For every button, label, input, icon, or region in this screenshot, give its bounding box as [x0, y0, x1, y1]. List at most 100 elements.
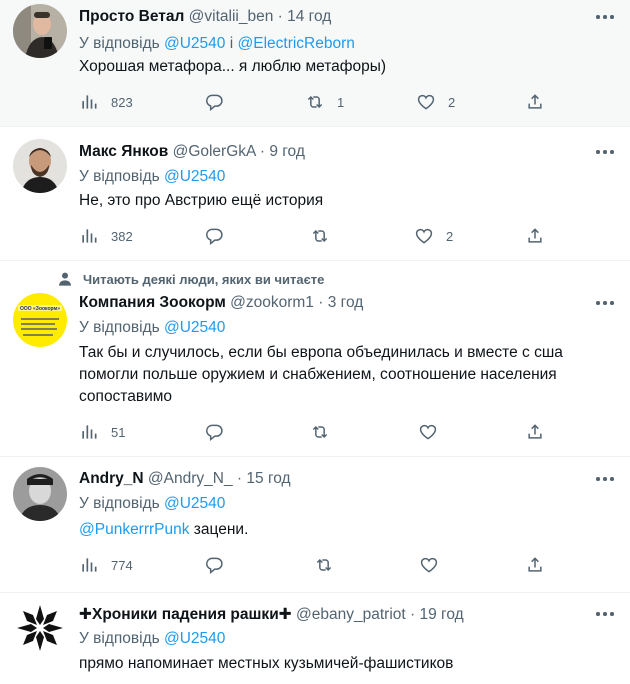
retweet-count: 1 [337, 94, 345, 110]
separator-dot: · [410, 606, 416, 623]
action-bar: 774 [79, 554, 559, 576]
more-icon[interactable] [596, 611, 616, 617]
like-icon [420, 557, 438, 573]
tweet[interactable]: Макс Янков @GolerGkA · 9 год У відповідь… [0, 127, 630, 261]
views-count: 823 [111, 94, 133, 110]
author-handle[interactable]: @vitalii_ben [189, 8, 274, 25]
reply-button[interactable] [204, 554, 224, 576]
more-icon[interactable] [596, 476, 616, 482]
reply-prefix: У відповідь [79, 495, 160, 512]
views-count: 51 [111, 424, 126, 440]
avatar-logo-text: ООО «Зоокорм» [20, 306, 60, 312]
like-count: 2 [446, 228, 454, 244]
like-button[interactable]: 2 [414, 225, 453, 247]
timestamp[interactable]: 14 год [287, 8, 331, 25]
action-bar: 382 2 [79, 225, 559, 247]
tweet-header: Макс Янков @GolerGkA · 9 год [79, 143, 305, 161]
reply-mention-link[interactable]: @U2540 [164, 319, 225, 336]
tweet-text: Хорошая метафора... я люблю метафоры) [79, 58, 387, 75]
more-icon[interactable] [596, 14, 616, 20]
share-icon [528, 228, 542, 243]
share-button[interactable] [525, 91, 545, 113]
mention-link[interactable]: @PunkerrrPunk [79, 521, 190, 538]
author-name[interactable]: Компания Зоокорм [79, 294, 226, 311]
timestamp[interactable]: 9 год [269, 143, 305, 160]
author-name[interactable]: Просто Ветал [79, 8, 184, 25]
reply-icon [206, 94, 223, 112]
views-count: 774 [111, 557, 133, 573]
author-name[interactable]: Макс Янков [79, 143, 168, 160]
views-button[interactable]: 823 [79, 91, 133, 113]
tweet-text: @PunkerrrPunk зацени. [79, 518, 614, 541]
timestamp[interactable]: 15 год [246, 470, 290, 487]
reply-joiner: і [229, 35, 234, 52]
retweet-button[interactable] [310, 421, 330, 443]
reply-mention-link[interactable]: @U2540 [164, 168, 225, 185]
tweet[interactable]: Просто Ветал @vitalii_ben · 14 год У від… [0, 0, 630, 127]
views-button[interactable]: 774 [79, 554, 133, 576]
avatar[interactable] [13, 4, 67, 58]
retweet-button[interactable] [310, 225, 330, 247]
like-icon [415, 228, 433, 244]
reply-mention-link[interactable]: @U2540 [164, 630, 225, 647]
tweet-header: ✚Хроники падения рашки✚ @ebany_patriot ·… [79, 605, 464, 624]
person-icon [59, 272, 71, 286]
more-icon[interactable] [596, 149, 616, 155]
retweet-button[interactable] [314, 554, 334, 576]
like-button[interactable] [418, 421, 438, 443]
share-icon [528, 557, 542, 572]
like-button[interactable]: 2 [416, 91, 455, 113]
reply-prefix: У відповідь [79, 630, 160, 647]
avatar[interactable]: ООО «Зоокорм» [13, 293, 67, 347]
retweet-icon [307, 95, 323, 109]
tweet-header: Andry_N @Andry_N_ · 15 год [79, 470, 291, 488]
views-button[interactable]: 382 [79, 225, 133, 247]
share-icon [528, 94, 542, 109]
author-handle[interactable]: @ebany_patriot [296, 606, 406, 623]
avatar[interactable] [13, 601, 67, 655]
like-count: 2 [448, 94, 456, 110]
tweet-text: Не, это про Австрию ещё история [79, 192, 324, 209]
share-button[interactable] [525, 421, 545, 443]
author-handle[interactable]: @zookorm1 [230, 294, 314, 311]
author-handle[interactable]: @GolerGkA [173, 143, 256, 160]
views-icon [82, 95, 97, 109]
reply-button[interactable] [204, 225, 224, 247]
views-button[interactable]: 51 [79, 421, 125, 443]
reply-button[interactable] [204, 421, 224, 443]
share-button[interactable] [525, 225, 545, 247]
reply-icon [206, 424, 223, 442]
share-button[interactable] [525, 554, 545, 576]
avatar[interactable] [13, 467, 67, 521]
reply-context: У відповідь @U2540 [79, 630, 225, 648]
like-icon [417, 94, 435, 110]
more-icon[interactable] [596, 300, 616, 306]
reply-mention-link[interactable]: @U2540 [164, 35, 225, 52]
avatar[interactable] [13, 139, 67, 193]
author-name[interactable]: Andry_N [79, 470, 144, 487]
retweet-icon [312, 425, 328, 439]
action-bar: 823 1 2 [79, 91, 559, 113]
reply-context: У відповідь @U2540 [79, 168, 225, 186]
action-bar: 51 [79, 421, 559, 443]
tweet[interactable]: Читають деякі люди, яких ви читаєте ООО … [0, 261, 630, 457]
separator-dot: · [277, 8, 283, 25]
like-button[interactable] [419, 554, 439, 576]
reply-icon [206, 557, 223, 575]
reply-context: У відповідь @U2540 [79, 319, 225, 337]
reply-button[interactable] [204, 91, 224, 113]
timestamp[interactable]: 19 год [420, 606, 464, 623]
timestamp[interactable]: 3 год [328, 294, 364, 311]
views-icon [82, 425, 97, 439]
reply-prefix: У відповідь [79, 168, 160, 185]
reply-mention-link[interactable]: @U2540 [164, 495, 225, 512]
reply-prefix: У відповідь [79, 319, 160, 336]
reply-mention-link[interactable]: @ElectricReborn [238, 35, 355, 52]
tweet-text-rest: зацени. [189, 521, 249, 538]
author-handle[interactable]: @Andry_N_ [148, 470, 233, 487]
tweet[interactable]: Andry_N @Andry_N_ · 15 год У відповідь @… [0, 457, 630, 593]
retweet-icon [312, 229, 328, 243]
tweet[interactable]: ✚Хроники падения рашки✚ @ebany_patriot ·… [0, 593, 630, 684]
author-name[interactable]: ✚Хроники падения рашки✚ [79, 606, 292, 623]
retweet-button[interactable]: 1 [305, 91, 344, 113]
